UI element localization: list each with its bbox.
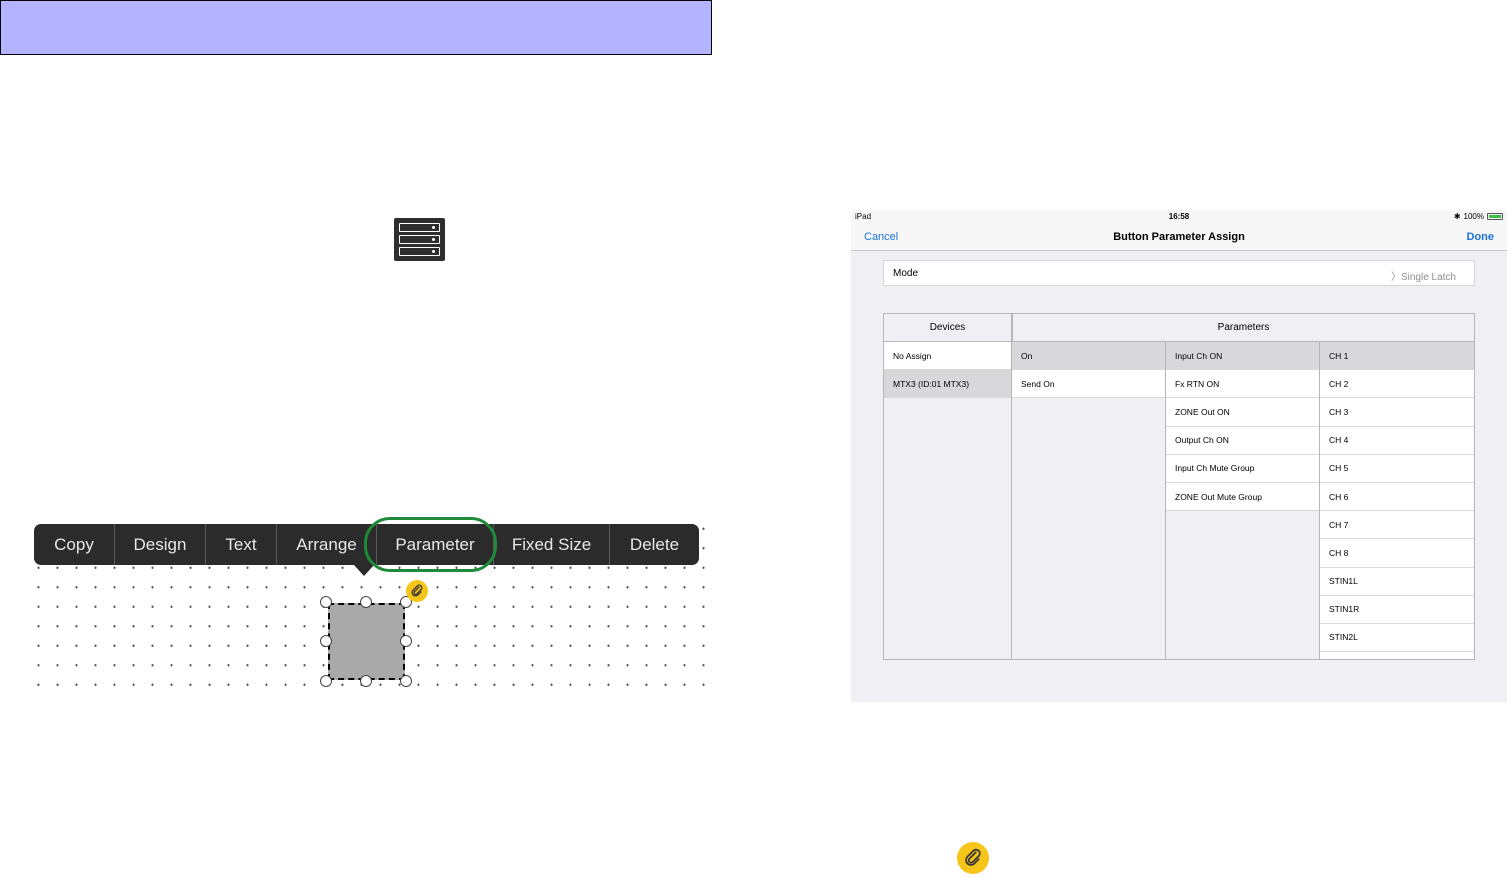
channel-item[interactable]: CH 5 [1320, 454, 1474, 483]
param-item[interactable]: Input Ch ON [1166, 342, 1319, 371]
resize-handle-top-left[interactable] [320, 596, 332, 608]
param-column-2: Input Ch ON Fx RTN ON ZONE Out ON Output… [1166, 342, 1320, 659]
assign-table: Devices No Assign MTX3 (ID:01 MTX3) Para… [883, 313, 1475, 660]
channel-item[interactable]: STIN2L [1320, 623, 1474, 653]
channel-item[interactable]: CH 7 [1320, 511, 1474, 540]
channel-item[interactable]: CH 6 [1320, 482, 1474, 512]
device-rack-icon [394, 218, 445, 261]
mode-row[interactable]: Mode 〉Single Latch [883, 260, 1475, 286]
param-column-3: CH 1 CH 2 CH 3 CH 4 CH 5 CH 6 CH 7 CH 8 … [1320, 342, 1474, 659]
delete-menu-item[interactable]: Delete [610, 524, 699, 565]
fixed-size-menu-item[interactable]: Fixed Size [494, 524, 610, 565]
channel-item[interactable]: CH 4 [1320, 426, 1474, 455]
param-item[interactable]: ZONE Out Mute Group [1166, 482, 1319, 512]
paperclip-link-icon [406, 580, 428, 602]
mode-label: Mode [893, 268, 919, 279]
resize-handle-bottom-left[interactable] [320, 675, 332, 687]
devices-column: Devices No Assign MTX3 (ID:01 MTX3) [884, 314, 1012, 659]
channel-item[interactable]: CH 8 [1320, 539, 1474, 568]
device-item[interactable]: No Assign [884, 342, 1011, 371]
param-item[interactable]: Output Ch ON [1166, 426, 1319, 455]
channel-item[interactable]: STIN1R [1320, 595, 1474, 624]
mode-value: 〉Single Latch [1390, 272, 1456, 283]
param-column-1: On Send On [1012, 342, 1166, 659]
device-item[interactable]: MTX3 (ID:01 MTX3) [884, 370, 1011, 399]
paperclip-link-icon [957, 842, 989, 874]
param-item[interactable]: Input Ch Mute Group [1166, 454, 1319, 483]
battery-percent: 100% [1463, 212, 1484, 221]
resize-handle-top[interactable] [360, 596, 372, 608]
channel-item[interactable]: CH 2 [1320, 370, 1474, 399]
devices-header: Devices [884, 314, 1011, 342]
status-time: 16:58 [1168, 212, 1190, 221]
ipad-screen: iPad 16:58 ✱ 100% Cancel Button Paramete… [851, 210, 1507, 702]
status-right: ✱ 100% [1454, 212, 1503, 221]
param-item[interactable]: ZONE Out ON [1166, 398, 1319, 427]
channel-item[interactable]: STIN1L [1320, 567, 1474, 596]
resize-handle-bottom-right[interactable] [400, 675, 412, 687]
resize-handle-right[interactable] [400, 635, 412, 647]
rack-unit [399, 235, 440, 244]
chevron-right-icon: 〉 [1390, 272, 1401, 283]
resize-handle-bottom[interactable] [360, 675, 372, 687]
battery-icon [1487, 213, 1503, 220]
parameters-header: Parameters [1012, 314, 1474, 342]
copy-menu-item[interactable]: Copy [34, 524, 115, 565]
channel-item[interactable]: CH 3 [1320, 398, 1474, 427]
done-button[interactable]: Done [1467, 231, 1495, 243]
header-bar [0, 0, 712, 55]
nav-title: Button Parameter Assign [1113, 231, 1245, 243]
text-menu-item[interactable]: Text [206, 524, 277, 565]
status-bar: iPad 16:58 ✱ 100% [851, 210, 1507, 224]
parameter-highlight-ring [364, 517, 497, 572]
arrange-menu-item[interactable]: Arrange [277, 524, 377, 565]
menu-pointer [354, 565, 374, 576]
nav-bar: Cancel Button Parameter Assign Done [851, 224, 1507, 251]
param-item[interactable]: Send On [1012, 370, 1165, 399]
param-item[interactable]: On [1012, 342, 1165, 371]
selected-button-widget[interactable] [328, 603, 405, 680]
channel-item[interactable]: CH 1 [1320, 342, 1474, 371]
param-item[interactable]: Fx RTN ON [1166, 370, 1319, 399]
design-menu-item[interactable]: Design [115, 524, 206, 565]
bluetooth-icon: ✱ [1453, 212, 1461, 221]
rack-unit [399, 247, 440, 256]
channel-item-partial[interactable] [1320, 652, 1474, 659]
resize-handle-left[interactable] [320, 635, 332, 647]
rack-unit [399, 223, 440, 232]
